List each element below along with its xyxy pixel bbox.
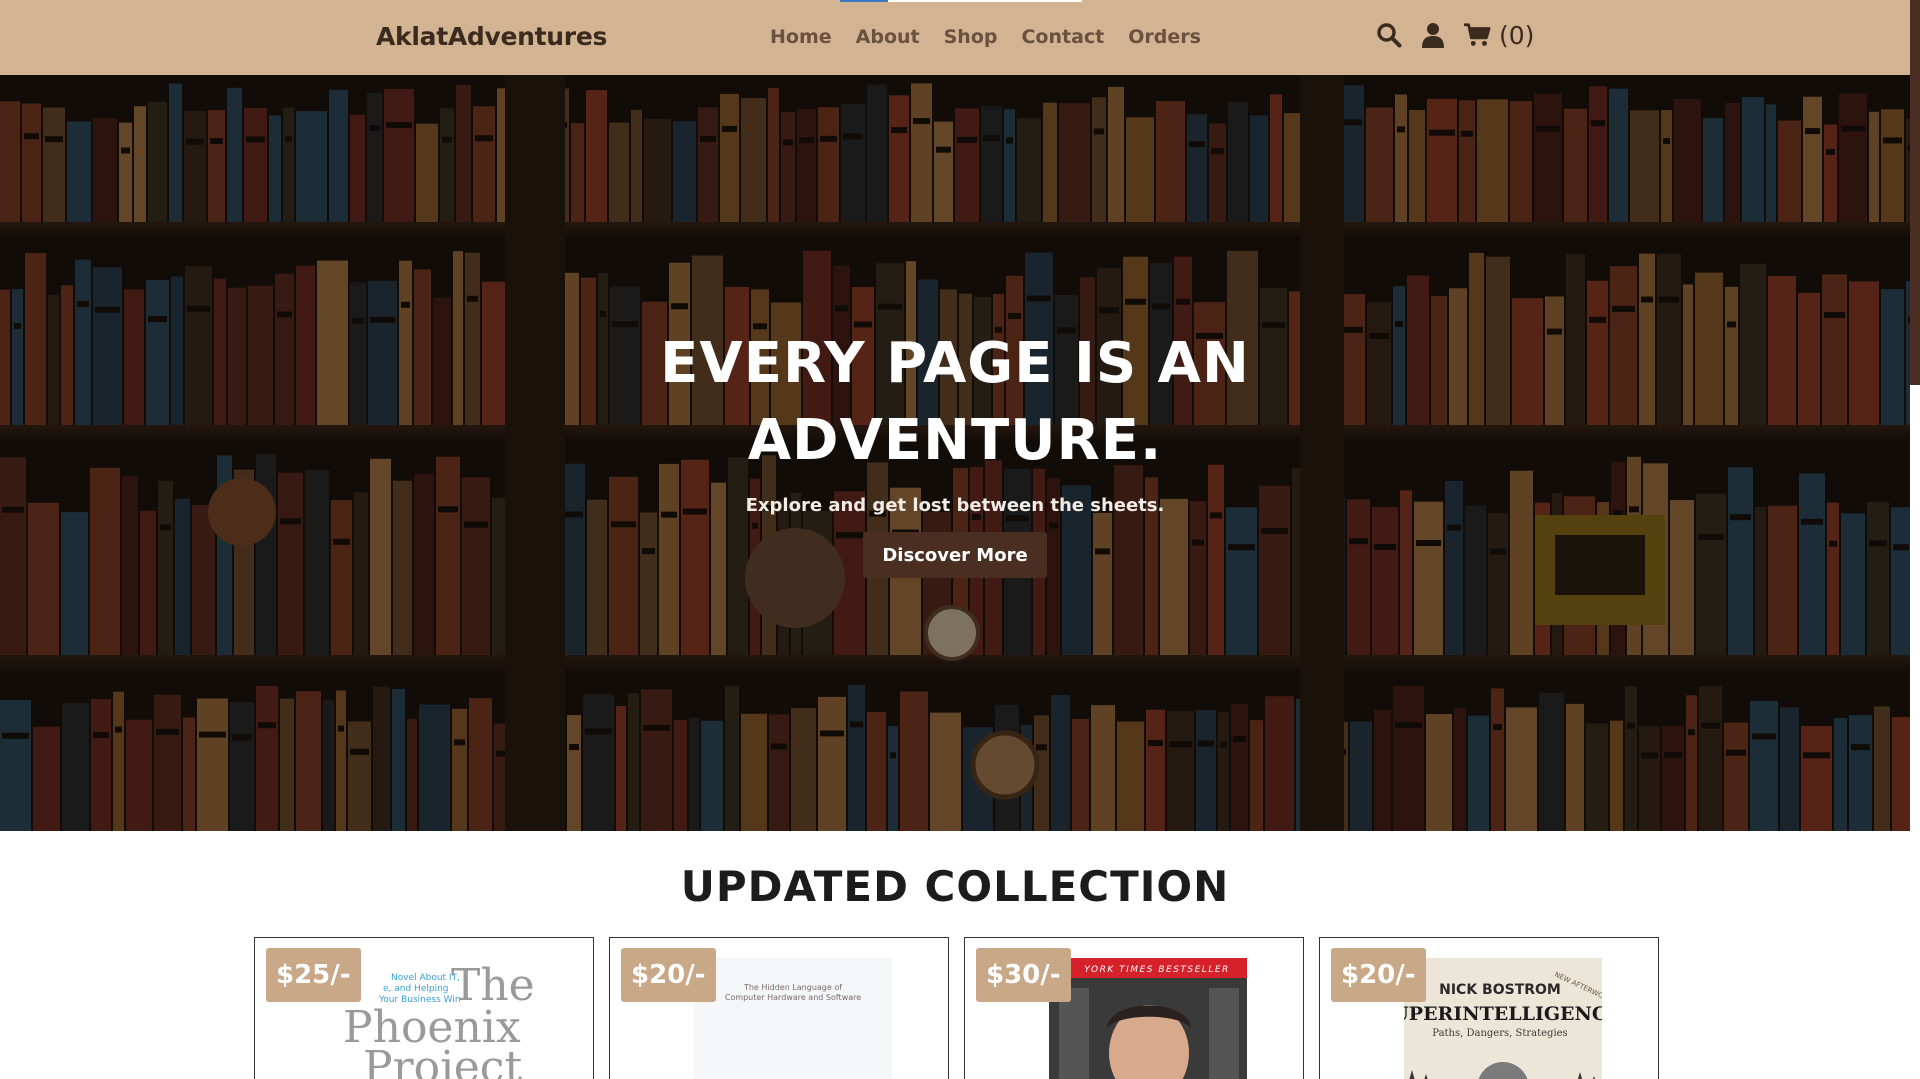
tab-indicator [840,0,888,2]
scrollbar-track-top [1910,0,1920,385]
svg-text:NICK BOSTROM: NICK BOSTROM [1439,982,1561,998]
hero-title: EVERY PAGE IS AN ADVENTURE. [660,331,1250,473]
nav-about[interactable]: About [856,26,920,48]
header-actions: (0) [1375,20,1534,50]
svg-text:Computer Hardware and Software: Computer Hardware and Software [725,993,861,1002]
book-card[interactable]: $20/- The Hidden Language of Computer Ha… [609,937,949,1079]
hero-content: EVERY PAGE IS AN ADVENTURE. Explore and … [0,75,1910,831]
book-cover-elon-musk: YORK TIMES BESTSELLER [1049,958,1247,1079]
book-card[interactable]: $20/- NEW AFTERWORD NICK BOSTROM SUPERIN… [1319,937,1659,1079]
book-card[interactable]: $30/- YORK TIMES BESTSELLER [964,937,1304,1079]
price-badge: $20/- [621,948,716,1002]
book-cover-phoenix-project: Novel About IT, e, and Helping Your Busi… [339,958,537,1079]
nav-shop[interactable]: Shop [944,26,998,48]
user-icon[interactable] [1419,20,1447,50]
nav-contact[interactable]: Contact [1021,26,1104,48]
price-badge: $25/- [266,948,361,1002]
site-logo[interactable]: AklatAdventures [376,22,607,51]
hero-banner: EVERY PAGE IS AN ADVENTURE. Explore and … [0,75,1910,831]
price-badge: $20/- [1331,948,1426,1002]
svg-text:The Hidden Language of: The Hidden Language of [743,983,842,992]
book-cover-superintelligence: NEW AFTERWORD NICK BOSTROM SUPERINTELLIG… [1404,958,1602,1079]
collection-title: UPDATED COLLECTION [680,862,1230,911]
main-nav: Home About Shop Contact Orders [770,26,1201,48]
hero-subtitle: Explore and get lost between the sheets. [745,495,1165,516]
book-cover-code: The Hidden Language of Computer Hardware… [694,958,892,1079]
svg-text:Paths, Dangers, Strategies: Paths, Dangers, Strategies [1432,1028,1567,1039]
tab-indicator-light [888,0,1082,2]
svg-text:YORK TIMES BESTSELLER: YORK TIMES BESTSELLER [1084,965,1230,975]
scrollbar-track[interactable] [1910,385,1920,1079]
cart-count[interactable]: (0) [1499,21,1534,50]
book-card[interactable]: $25/- Novel About IT, e, and Helping You… [254,937,594,1079]
svg-text:SUPERINTELLIGENCE: SUPERINTELLIGENCE [1404,1003,1602,1025]
nav-home[interactable]: Home [770,26,832,48]
search-icon[interactable] [1375,20,1403,50]
nav-orders[interactable]: Orders [1128,26,1201,48]
discover-more-button[interactable]: Discover More [863,532,1047,578]
svg-text:Novel About IT,: Novel About IT, [391,973,460,983]
book-card-list: $25/- Novel About IT, e, and Helping You… [254,937,1659,1079]
cart-icon[interactable] [1463,20,1491,50]
site-header: AklatAdventures Home About Shop Contact … [0,0,1910,75]
svg-text:e, and Helping: e, and Helping [383,984,449,994]
svg-text:Project: Project [363,1042,522,1079]
price-badge: $30/- [976,948,1071,1002]
